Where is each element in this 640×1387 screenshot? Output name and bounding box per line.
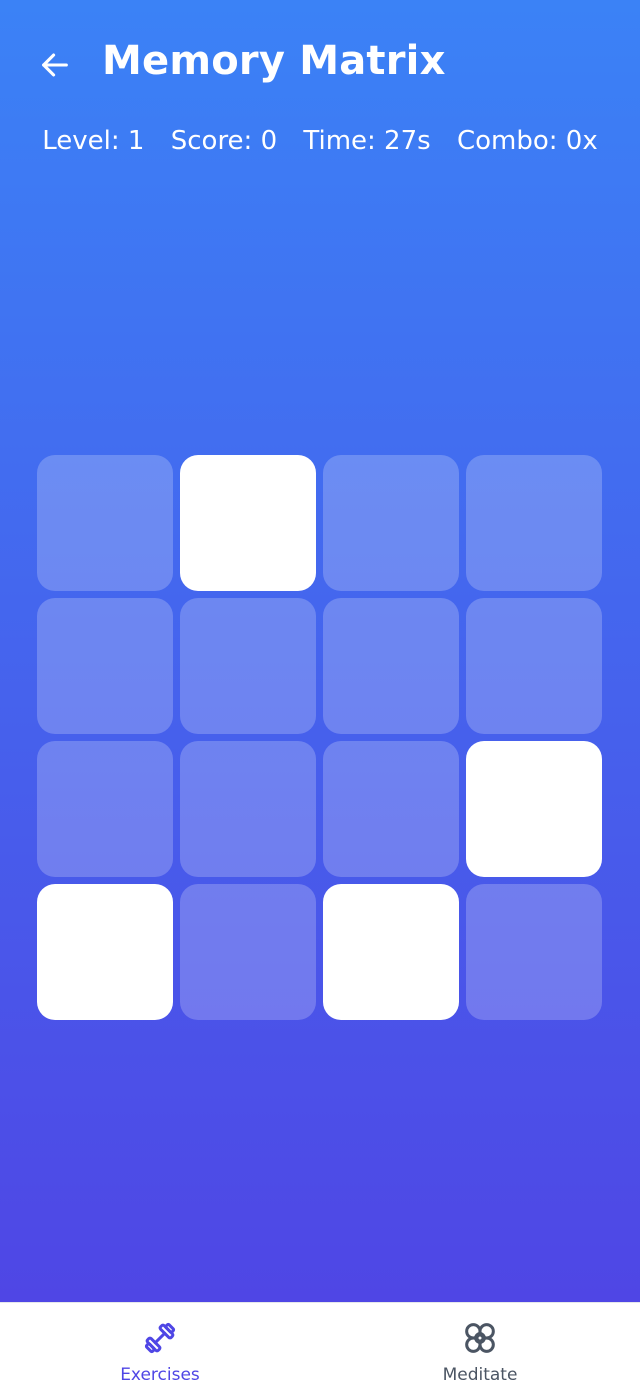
- top-bar: Memory Matrix: [0, 28, 640, 104]
- page-title: Memory Matrix: [102, 38, 446, 84]
- bottom-nav: Exercises Meditate: [0, 1302, 640, 1387]
- level-stat: Level: 1: [42, 126, 145, 156]
- grid-cell[interactable]: [466, 884, 602, 1020]
- grid-cell-highlighted[interactable]: [37, 884, 173, 1020]
- nav-meditate-label: Meditate: [442, 1365, 518, 1385]
- grid-cell-highlighted[interactable]: [323, 884, 459, 1020]
- flower-icon: [459, 1317, 501, 1359]
- grid-cell[interactable]: [37, 455, 173, 591]
- game-screen: Memory Matrix Level: 1 Score: 0 Time: 27…: [0, 0, 640, 1302]
- grid-cell[interactable]: [180, 741, 316, 877]
- grid-cell-highlighted[interactable]: [180, 455, 316, 591]
- grid-cell[interactable]: [323, 455, 459, 591]
- arrow-left-icon: [42, 53, 68, 77]
- memory-grid: [37, 455, 603, 1021]
- time-stat: Time: 27s: [303, 126, 431, 156]
- nav-exercises-label: Exercises: [120, 1365, 200, 1385]
- grid-cell-highlighted[interactable]: [466, 741, 602, 877]
- grid-cell[interactable]: [180, 598, 316, 734]
- score-stat: Score: 0: [170, 126, 278, 156]
- grid-cell[interactable]: [180, 884, 316, 1020]
- grid-cell[interactable]: [323, 741, 459, 877]
- grid-cell[interactable]: [37, 741, 173, 877]
- back-button[interactable]: [30, 40, 80, 90]
- grid-cell[interactable]: [466, 455, 602, 591]
- combo-stat: Combo: 0x: [456, 126, 598, 156]
- grid-cell[interactable]: [37, 598, 173, 734]
- grid-cell[interactable]: [323, 598, 459, 734]
- stats-bar: Level: 1 Score: 0 Time: 27s Combo: 0x: [0, 126, 640, 156]
- nav-meditate[interactable]: Meditate: [320, 1303, 640, 1387]
- dumbbell-icon: [139, 1317, 181, 1359]
- grid-cell[interactable]: [466, 598, 602, 734]
- nav-exercises[interactable]: Exercises: [0, 1303, 320, 1387]
